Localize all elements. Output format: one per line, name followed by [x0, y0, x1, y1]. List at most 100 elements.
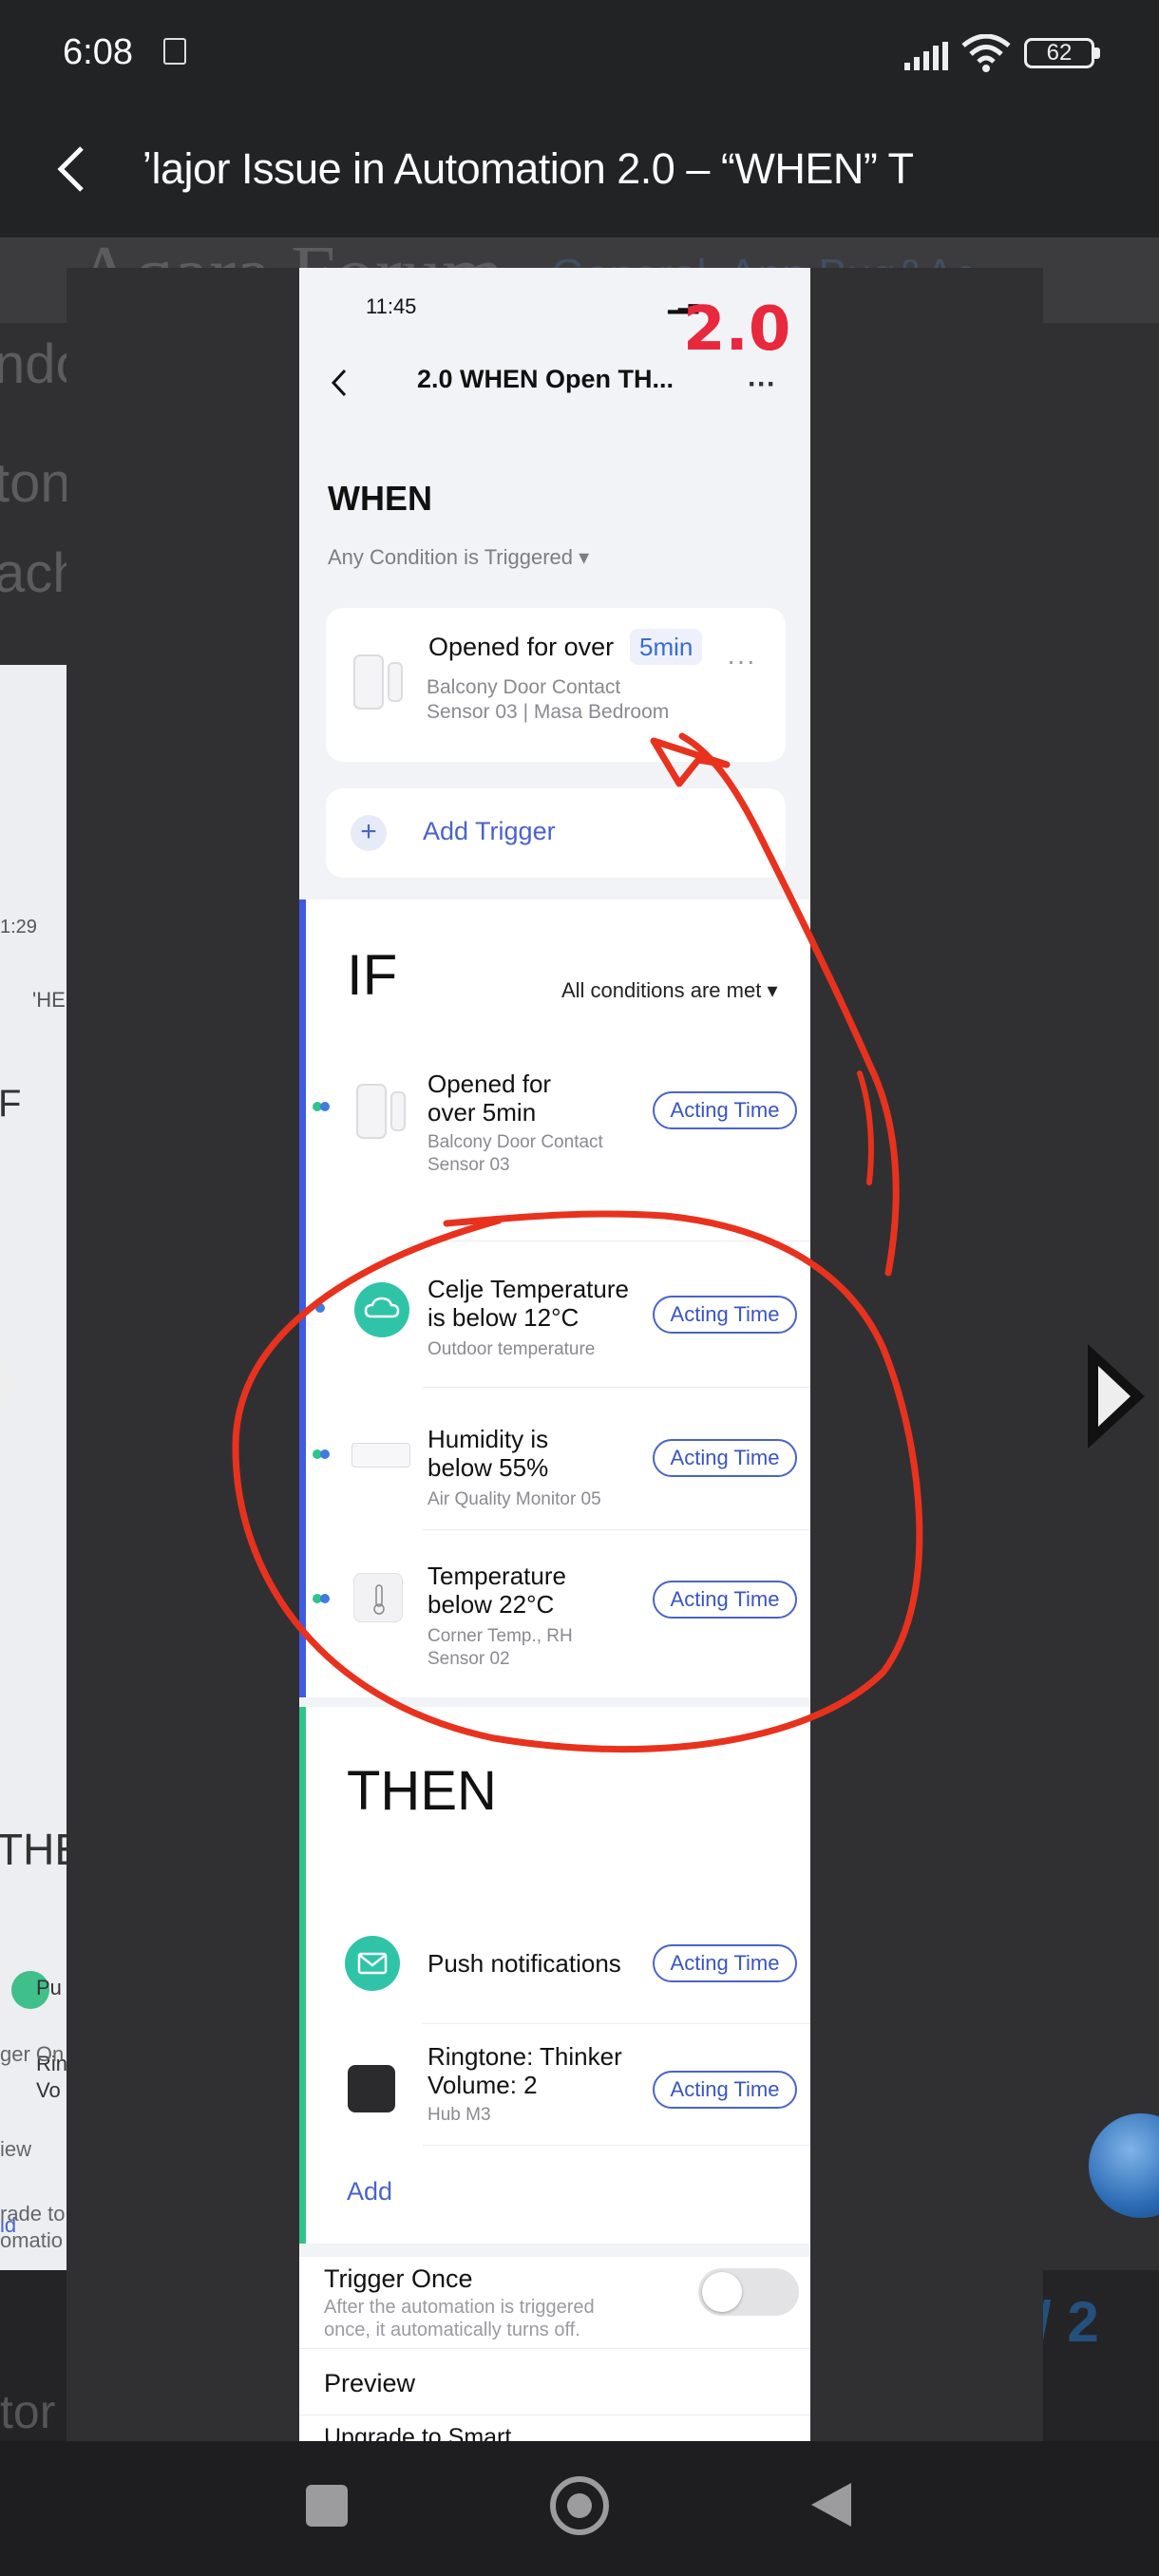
wifi-icon — [961, 34, 1011, 72]
upgrade-item[interactable]: Upgrade to Smart... — [324, 2424, 531, 2441]
bg-text: THE — [0, 1825, 71, 1874]
trigger-duration[interactable]: 5min — [630, 629, 703, 665]
action-detail: Volume: 2 — [428, 2071, 538, 2099]
bg-text: Vo — [36, 2078, 61, 2102]
battery-tip — [1094, 47, 1100, 59]
air-monitor-icon — [352, 1443, 410, 1468]
back-arrow-icon[interactable] — [49, 142, 97, 196]
if-condition-dropdown[interactable]: All conditions are met ▾ — [561, 978, 778, 1003]
action-label: Push notifications — [428, 1949, 621, 1978]
recent-apps-button[interactable] — [306, 2485, 348, 2527]
bg-text: ger On — [0, 2042, 65, 2066]
bg-text: F — [0, 1083, 22, 1125]
acting-time-button[interactable]: Acting Time — [653, 1581, 797, 1619]
acting-time-button[interactable]: Acting Time — [653, 1439, 797, 1477]
add-trigger-button[interactable] — [326, 788, 786, 878]
trigger-title: Opened for over — [428, 633, 615, 661]
condition-device: Balcony Door Contact — [428, 1132, 603, 1152]
condition-location: Sensor 02 — [428, 1649, 510, 1669]
post-title: ʼlajor Issue in Automation 2.0 – “WHEN” … — [142, 144, 914, 193]
if-condition-row[interactable]: Temperature below 22°C Corner Temp., RH … — [306, 1531, 810, 1693]
condition-location: Sensor 03 — [428, 1155, 510, 1175]
if-condition-row[interactable]: Humidity is below 55% Air Quality Monito… — [306, 1389, 810, 1531]
acting-time-button[interactable]: Acting Time — [653, 1091, 797, 1129]
signal-icon — [904, 42, 948, 70]
status-dot — [320, 1102, 330, 1111]
if-condition-row[interactable]: Celje Temperature is below 12°C Outdoor … — [306, 1246, 810, 1379]
condition-line2: below 22°C — [428, 1590, 555, 1619]
condition-device: Outdoor temperature — [428, 1339, 596, 1359]
if-title: IF — [347, 943, 398, 1007]
trigger-once-desc: once, it automatically turns off. — [324, 2320, 580, 2340]
bg-text: Pu — [36, 1976, 62, 1999]
acting-time-button[interactable]: Acting Time — [653, 1296, 797, 1334]
trigger-device: Balcony Door Contact — [427, 676, 621, 698]
status-dot — [315, 1303, 325, 1313]
then-action-row[interactable]: Push notifications Acting Time — [306, 1911, 810, 2016]
then-action-row[interactable]: Ringtone: Thinker Volume: 2 Hub M3 Actin… — [306, 2025, 810, 2149]
if-condition-row[interactable]: Opened for over 5min Balcony Door Contac… — [306, 1049, 810, 1175]
cloud-icon — [354, 1282, 409, 1337]
when-condition-dropdown[interactable]: Any Condition is Triggered ▾ — [328, 545, 589, 570]
phone-screenshot: 11:45 ▂▃▅ 2.0 WHEN Open TH... ··· WHEN A… — [299, 268, 810, 2441]
automation-title: 2.0 WHEN Open TH... — [417, 365, 674, 393]
bg-text: ton — [0, 452, 71, 514]
if-accent-bar — [299, 900, 306, 1697]
bg-text: 'HE — [32, 988, 66, 1012]
door-sensor-icon — [353, 654, 403, 710]
divider — [423, 1387, 810, 1388]
divider — [423, 2145, 810, 2146]
trigger-location: Sensor 03 | Masa Bedroom — [427, 701, 670, 723]
action-device: Hub M3 — [428, 2105, 491, 2125]
condition-line1: Temperature — [428, 1562, 566, 1590]
condition-line2: is below 12°C — [428, 1303, 580, 1332]
status-time: 6:08 — [63, 32, 133, 72]
more-options-icon[interactable]: ··· — [748, 369, 776, 401]
bg-text: 1:29 — [0, 917, 37, 938]
section-gap — [299, 2244, 810, 2257]
toggle-knob — [702, 2272, 742, 2312]
divider — [423, 1529, 810, 1530]
trigger-more-icon[interactable]: ··· — [727, 646, 756, 676]
bg-page-indicator: / 2 — [1036, 2290, 1099, 2354]
plus-icon: + — [351, 815, 387, 851]
phone-back-icon[interactable] — [328, 367, 351, 399]
mail-icon — [345, 1936, 400, 1991]
preview-item[interactable]: Preview — [324, 2369, 415, 2398]
previous-image-arrow[interactable] — [0, 1339, 28, 1434]
battery-icon: 62 — [1024, 38, 1094, 68]
condition-line2: over 5min — [428, 1098, 537, 1127]
condition-device: Air Quality Monitor 05 — [428, 1489, 601, 1509]
status-dot — [320, 1594, 330, 1603]
condition-line1: Celje Temperature — [428, 1275, 629, 1303]
if-condition-label: All conditions are met — [561, 978, 762, 1002]
add-trigger-label: Add Trigger — [423, 817, 556, 845]
screen: Aqara Forum General, App Bug&Ac... ndo t… — [0, 0, 1159, 2576]
status-dot — [320, 1449, 330, 1459]
next-image-arrow[interactable] — [1083, 1339, 1150, 1453]
condition-device: Corner Temp., RH — [428, 1626, 573, 1646]
home-dot — [567, 2493, 592, 2518]
when-title: WHEN — [328, 479, 432, 518]
condition-line2: below 55% — [428, 1453, 549, 1482]
trigger-once-label: Trigger Once — [324, 2264, 473, 2293]
condition-line1: Humidity is — [428, 1425, 549, 1453]
system-back-button[interactable] — [809, 2481, 853, 2529]
divider — [299, 2348, 810, 2349]
chevron-down-icon: ▾ — [767, 978, 778, 1002]
bg-text: tor — [0, 2385, 56, 2438]
version-annotation: 2.0 — [683, 294, 791, 365]
then-title: THEN — [347, 1760, 497, 1822]
thermometer-icon — [353, 1573, 403, 1622]
action-label: Ringtone: Thinker — [428, 2042, 622, 2071]
bg-text: omatio — [0, 2228, 64, 2252]
door-sensor-icon — [356, 1084, 406, 1139]
divider — [423, 2023, 810, 2024]
trigger-once-desc: After the automation is triggered — [324, 2297, 595, 2318]
add-action-button[interactable]: Add — [347, 2177, 392, 2207]
acting-time-button[interactable]: Acting Time — [653, 2071, 797, 2109]
hub-icon — [348, 2065, 395, 2112]
acting-time-button[interactable]: Acting Time — [653, 1944, 797, 1982]
then-accent-bar — [299, 1707, 306, 2251]
phone-time: 11:45 — [366, 294, 417, 318]
